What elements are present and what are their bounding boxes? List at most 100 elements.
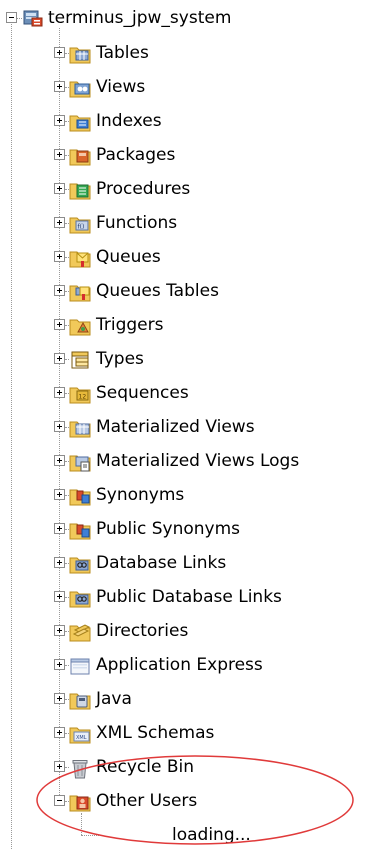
synonym-folder-icon [68,485,91,506]
tree-node-indexes[interactable]: Indexes [68,109,162,133]
expand-toggle[interactable] [54,183,65,194]
tree-node-java[interactable]: Java [68,687,132,711]
tree-guide-line-loading [81,813,82,835]
tree-node-functions[interactable]: f() Functions [68,211,177,235]
materialized-view-log-folder-icon [68,451,91,472]
tree-node-tables[interactable]: Tables [68,41,149,65]
tree-node-label: Views [96,77,146,97]
svg-text:XML: XML [76,735,87,741]
tree-node-label: Public Database Links [96,587,282,607]
materialized-view-folder-icon [68,417,91,438]
expand-toggle[interactable] [54,625,65,636]
tree-node-synonyms[interactable]: Synonyms [68,483,184,507]
tree-node-application-express[interactable]: Application Express [68,653,263,677]
expand-toggle[interactable] [54,659,65,670]
expand-toggle[interactable] [54,387,65,398]
tree-node-loading: loading... [172,823,251,847]
tree-node-recycle-bin[interactable]: Recycle Bin [68,755,194,779]
database-link-folder-icon [68,553,91,574]
table-folder-icon [68,43,91,64]
queue-folder-icon [68,247,91,268]
tree-node-label: Procedures [96,179,191,199]
expand-toggle[interactable] [54,727,65,738]
expand-toggle[interactable] [54,455,65,466]
tree-guide-line-children [59,28,60,801]
tree-node-materialized-views-logs[interactable]: Materialized Views Logs [68,449,299,473]
tree-node-materialized-views[interactable]: Materialized Views [68,415,255,439]
tree-node-types[interactable]: Types [68,347,144,371]
expand-toggle[interactable] [54,557,65,568]
expand-toggle[interactable] [54,319,65,330]
expand-toggle[interactable] [54,217,65,228]
expand-toggle[interactable] [54,693,65,704]
tree-node-queues-tables[interactable]: Queues Tables [68,279,219,303]
tree-node-label: Application Express [96,655,263,675]
tree-node-database-links[interactable]: Database Links [68,551,226,575]
tree-node-other-users[interactable]: Other Users [68,789,197,813]
tree-node-label: Packages [96,145,176,165]
svg-text:f(): f() [78,224,85,231]
public-database-link-folder-icon [68,587,91,608]
trigger-folder-icon [68,315,91,336]
tree-node-public-synonyms[interactable]: Public Synonyms [68,517,240,541]
function-folder-icon: f() [68,213,91,234]
tree-node-label: Synonyms [96,485,185,505]
root-collapse-toggle[interactable] [6,12,17,23]
expand-toggle[interactable] [54,761,65,772]
tree-node-label: Triggers [96,315,164,335]
xml-schema-folder-icon: XML [68,723,91,744]
sequence-folder-icon: 12 [68,383,91,404]
tree-node-label: Recycle Bin [96,757,195,777]
tree-root-label: terminus_jpw_system [48,8,232,28]
expand-toggle[interactable] [54,149,65,160]
tree-node-xml-schemas[interactable]: XML XML Schemas [68,721,214,745]
tree-node-directories[interactable]: Directories [68,619,188,643]
tree-node-label: Queues [96,247,161,267]
expand-toggle[interactable] [54,421,65,432]
expand-toggle[interactable] [54,591,65,602]
expand-toggle[interactable] [54,353,65,364]
expand-toggle[interactable] [54,795,65,806]
tree-node-label: Materialized Views Logs [96,451,300,471]
tree-node-label: Functions [96,213,178,233]
index-folder-icon [68,111,91,132]
tree-node-label: Database Links [96,553,227,573]
expand-toggle[interactable] [54,489,65,500]
tree-node-label: Tables [96,43,149,63]
tree-node-triggers[interactable]: Triggers [68,313,164,337]
directory-folder-icon [68,621,91,642]
java-folder-icon [68,689,91,710]
tree-node-queues[interactable]: Queues [68,245,161,269]
type-folder-icon [68,349,90,369]
expand-toggle[interactable] [54,81,65,92]
tree-node-label: Directories [96,621,189,641]
expand-toggle[interactable] [54,523,65,534]
tree-node-views[interactable]: Views [68,75,145,99]
tree-node-label: Sequences [96,383,189,403]
queue-table-folder-icon [68,281,91,302]
tree-node-label: Public Synonyms [96,519,240,539]
tree-root-connection[interactable]: terminus_jpw_system [20,6,231,30]
package-folder-icon [68,145,91,166]
other-users-folder-icon [68,791,91,812]
tree-node-procedures[interactable]: Procedures [68,177,190,201]
expand-toggle[interactable] [54,115,65,126]
loading-label: loading... [172,825,251,845]
tree-node-packages[interactable]: Packages [68,143,175,167]
tree-node-public-database-links[interactable]: Public Database Links [68,585,282,609]
expand-toggle[interactable] [54,251,65,262]
tree-node-label: XML Schemas [96,723,215,743]
application-express-folder-icon [68,655,90,675]
procedure-folder-icon [68,179,91,200]
recycle-bin-icon [68,757,90,779]
tree-node-label: Queues Tables [96,281,219,301]
tree-guide-line-root [11,24,12,849]
tree-guide-connector [81,835,99,836]
expand-toggle[interactable] [54,47,65,58]
connection-tree: terminus_jpw_system Tables Views Indexes Pac… [0,0,372,849]
tree-node-sequences[interactable]: 12 Sequences [68,381,189,405]
expand-toggle[interactable] [54,285,65,296]
tree-node-label: Materialized Views [96,417,255,437]
svg-text:12: 12 [79,394,87,401]
database-connection-icon [20,8,43,28]
